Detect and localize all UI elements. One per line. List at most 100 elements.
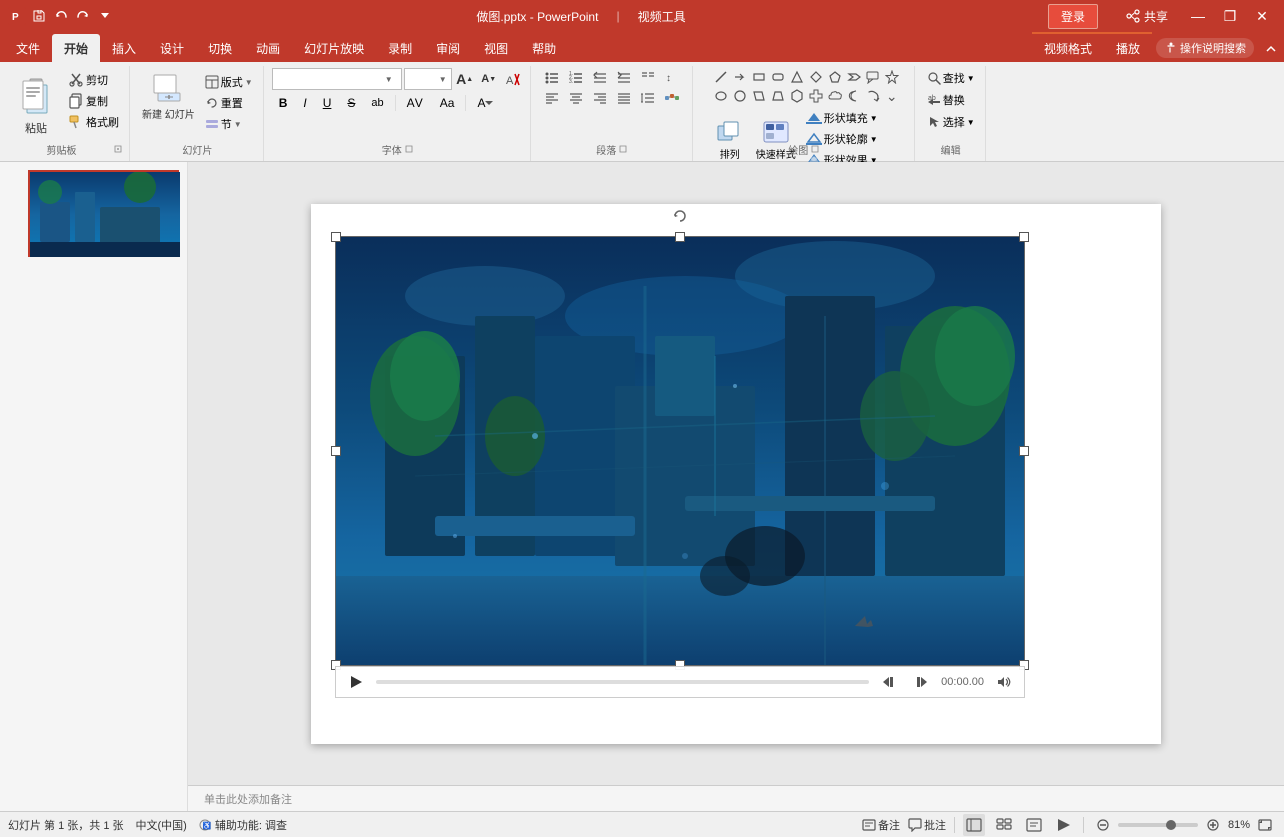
bullets-button[interactable] <box>541 68 563 86</box>
shape-more[interactable]: ⌄ <box>881 87 903 105</box>
text-direction-button[interactable]: ↕ <box>661 68 683 86</box>
zoom-thumb[interactable] <box>1166 820 1176 830</box>
new-slide-button[interactable]: 新建 幻灯片 <box>138 68 199 123</box>
handle-mr[interactable] <box>1019 446 1029 456</box>
accessibility-check[interactable]: ♿ 辅助功能: 调查 <box>199 817 287 833</box>
italic-button[interactable]: I <box>296 93 313 113</box>
restore-button[interactable]: ❐ <box>1216 2 1244 30</box>
zoom-level-btn[interactable]: 81% <box>1228 819 1250 831</box>
paste-button[interactable]: 粘贴 <box>10 68 62 138</box>
text-shadow-button[interactable]: ab <box>364 93 390 113</box>
numbering-icon: 1.2.3. <box>568 69 584 85</box>
align-left-button[interactable] <box>541 89 563 107</box>
slideshow-btn[interactable] <box>1053 814 1075 836</box>
cut-button[interactable]: 剪切 <box>64 70 123 90</box>
font-size-box[interactable]: 32 ▼ <box>404 68 452 90</box>
tab-slideshow[interactable]: 幻灯片放映 <box>292 34 376 62</box>
select-button[interactable]: 选择 ▼ <box>923 112 979 132</box>
clipboard-expand-btn[interactable] <box>113 143 123 157</box>
rotate-handle[interactable] <box>672 208 688 224</box>
align-right-button[interactable] <box>589 89 611 107</box>
handle-tl[interactable] <box>331 232 341 242</box>
underline-button[interactable]: U <box>316 93 339 113</box>
tab-file[interactable]: 文件 <box>4 34 52 62</box>
format-painter-button[interactable]: 格式刷 <box>64 112 123 132</box>
copy-button[interactable]: 复制 <box>64 91 123 111</box>
drawing-expand-btn[interactable] <box>810 143 820 157</box>
close-button[interactable]: ✕ <box>1248 2 1276 30</box>
handle-tm[interactable] <box>675 232 685 242</box>
decrease-font-button[interactable]: A ▼ <box>478 70 500 88</box>
prev-frame-button[interactable] <box>877 670 901 694</box>
comments-btn[interactable]: 批注 <box>908 817 946 833</box>
notes-bar[interactable]: 单击此处添加备注 <box>188 785 1284 811</box>
tab-transitions[interactable]: 切换 <box>196 34 244 62</box>
handle-ml[interactable] <box>331 446 341 456</box>
layout-button[interactable]: 版式 ▼ <box>201 72 257 92</box>
font-expand-btn[interactable] <box>404 143 414 157</box>
align-center-button[interactable] <box>565 89 587 107</box>
share-button[interactable]: 共享 <box>1126 8 1168 25</box>
replace-button[interactable]: ab 替换 <box>923 90 969 110</box>
minimize-button[interactable]: — <box>1184 2 1212 30</box>
justify-button[interactable] <box>613 89 635 107</box>
tab-animations[interactable]: 动画 <box>244 34 292 62</box>
video-element[interactable]: 00:00.00 <box>335 236 1025 666</box>
slides-group-label: 幻灯片 <box>182 146 212 157</box>
accessibility-search[interactable]: 操作说明搜索 <box>1156 38 1254 58</box>
tab-design[interactable]: 设计 <box>148 34 196 62</box>
numbering-button[interactable]: 1.2.3. <box>565 68 587 86</box>
char-spacing-button[interactable]: AV <box>400 93 431 113</box>
fit-window-btn[interactable] <box>1254 814 1276 836</box>
volume-button[interactable] <box>992 670 1016 694</box>
slide-sorter-btn[interactable] <box>993 814 1015 836</box>
tab-video-format[interactable]: 视频格式 <box>1032 34 1104 62</box>
redo-quick-btn[interactable] <box>74 7 92 25</box>
clear-format-button[interactable]: A <box>502 70 524 88</box>
decrease-indent-button[interactable] <box>589 68 611 86</box>
column-button[interactable] <box>637 68 659 86</box>
handle-tr[interactable] <box>1019 232 1029 242</box>
next-frame-button[interactable] <box>909 670 933 694</box>
tab-review[interactable]: 审阅 <box>424 34 472 62</box>
font-name-input[interactable] <box>273 73 383 85</box>
increase-font-button[interactable]: A ▲ <box>454 70 476 88</box>
zoom-slider[interactable] <box>1118 823 1198 827</box>
all-caps-button[interactable]: Aa <box>433 93 462 113</box>
font-name-dropdown-arrow[interactable]: ▼ <box>383 75 395 84</box>
bold-button[interactable]: B <box>272 93 295 113</box>
font-color-button[interactable]: A <box>470 93 500 113</box>
font-name-box[interactable]: ▼ <box>272 68 402 90</box>
play-button[interactable] <box>344 670 368 694</box>
normal-view-btn[interactable] <box>963 814 985 836</box>
tab-view[interactable]: 视图 <box>472 34 520 62</box>
find-button[interactable]: 查找 ▼ <box>923 68 979 88</box>
smart-art-button[interactable] <box>661 89 683 107</box>
shape-star[interactable] <box>881 68 903 86</box>
reading-view-btn[interactable] <box>1023 814 1045 836</box>
font-size-input[interactable]: 32 <box>405 73 439 85</box>
tab-playback[interactable]: 播放 <box>1104 34 1152 62</box>
increase-indent-button[interactable] <box>613 68 635 86</box>
strikethrough-button[interactable]: S <box>340 93 362 113</box>
zoom-out-btn[interactable] <box>1092 814 1114 836</box>
tab-help[interactable]: 帮助 <box>520 34 568 62</box>
progress-bar[interactable] <box>376 680 869 684</box>
paragraph-expand-btn[interactable] <box>618 143 628 157</box>
zoom-in-btn[interactable] <box>1202 814 1224 836</box>
font-size-dropdown-arrow[interactable]: ▼ <box>439 75 447 84</box>
slide-thumbnail[interactable] <box>28 170 179 257</box>
save-quick-btn[interactable] <box>30 7 48 25</box>
line-spacing-button[interactable] <box>637 89 659 107</box>
tab-record[interactable]: 录制 <box>376 34 424 62</box>
notes-btn[interactable]: 备注 <box>862 817 900 833</box>
undo-quick-btn[interactable] <box>52 7 70 25</box>
tab-insert[interactable]: 插入 <box>100 34 148 62</box>
login-button[interactable]: 登录 <box>1048 4 1098 29</box>
customize-quick-btn[interactable] <box>96 7 114 25</box>
tab-home[interactable]: 开始 <box>52 34 100 62</box>
shape-fill-button[interactable]: 形状填充 ▼ <box>802 108 882 128</box>
collapse-ribbon-btn[interactable] <box>1262 40 1280 58</box>
section-button[interactable]: 节 ▼ <box>201 114 257 134</box>
reset-button[interactable]: 重置 <box>201 93 257 113</box>
